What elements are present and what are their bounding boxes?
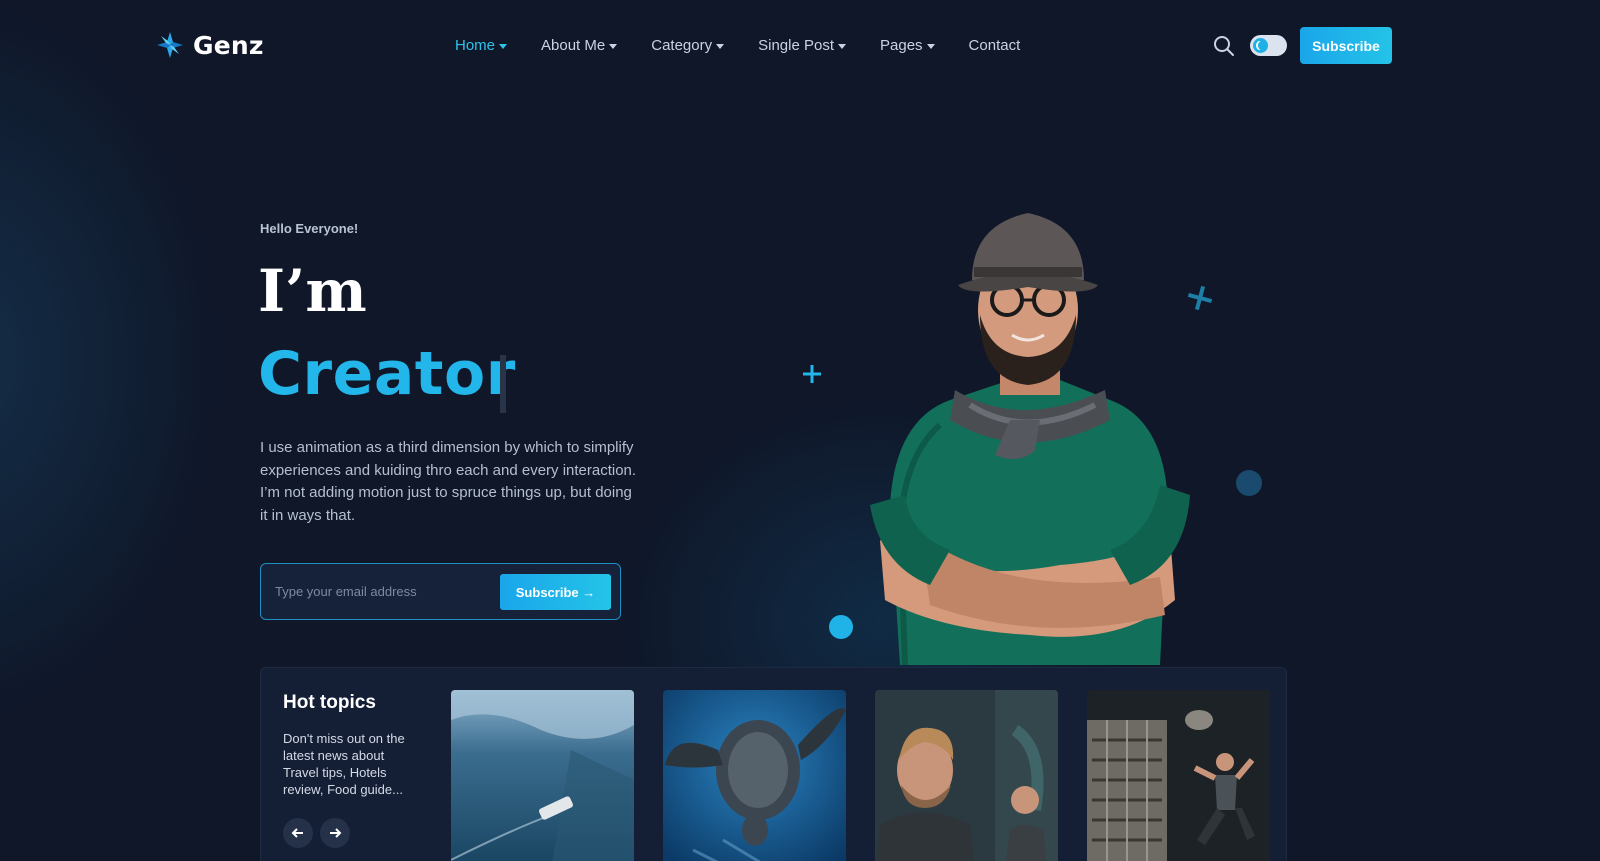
arrow-left-icon <box>291 828 303 838</box>
chevron-down-icon <box>499 43 508 49</box>
topic-card[interactable] <box>875 690 1058 861</box>
nav-item-label: Contact <box>968 36 1021 54</box>
header-subscribe-button[interactable]: Subscribe <box>1300 27 1392 64</box>
genz-logo-icon <box>157 32 183 58</box>
nav-item-label: Single Post <box>758 36 834 54</box>
topic-card[interactable] <box>451 690 634 861</box>
theme-toggle[interactable] <box>1250 35 1287 56</box>
logo[interactable]: Genz <box>155 28 264 62</box>
nav-item-label: Category <box>651 36 713 54</box>
hero-description: I use animation as a third dimension by … <box>260 439 637 524</box>
email-input[interactable] <box>275 576 485 607</box>
brand-name: Genz <box>193 30 264 60</box>
topic-card[interactable] <box>663 690 846 861</box>
moon-icon <box>1253 38 1268 53</box>
nav-item-pages[interactable]: Pages <box>880 37 935 54</box>
topic-card[interactable] <box>1087 690 1270 861</box>
search-button[interactable] <box>1212 34 1236 58</box>
hero-title-line1: I’m <box>258 257 367 325</box>
nav-item-about-me[interactable]: About Me <box>541 36 618 54</box>
dot-decoration <box>1236 470 1262 496</box>
typing-cursor <box>500 355 506 413</box>
plus-icon <box>803 365 821 383</box>
next-button[interactable] <box>320 818 350 848</box>
nav-item-home[interactable]: Home <box>455 36 508 54</box>
hot-topics-title: Hot topics <box>283 692 376 713</box>
nav-item-label: Pages <box>880 36 923 54</box>
hero-title-line2: Creator <box>258 339 516 409</box>
aerial-boat-photo <box>451 690 634 861</box>
gym-workout-photo <box>1087 690 1270 861</box>
hot-topics-description: Don't miss out on the latest news about … <box>283 731 405 797</box>
hot-topics-panel: Hot topics Don't miss out on the latest … <box>260 667 1287 861</box>
prev-button[interactable] <box>283 818 313 848</box>
arrow-right-icon <box>330 828 342 838</box>
search-icon <box>1214 36 1234 56</box>
hero-subscribe-button[interactable]: Subscribe → <box>500 574 611 610</box>
nav-item-single-post[interactable]: Single Post <box>758 37 846 54</box>
chevron-down-icon <box>926 43 935 49</box>
site-header: Genz Home About Me Category Single Post … <box>0 0 1600 90</box>
chevron-down-icon <box>716 43 725 49</box>
main-nav: Home About Me Category Single Post Pages… <box>455 34 1054 56</box>
hero-greeting: Hello Everyone! <box>260 221 359 236</box>
newsletter-form: Subscribe → <box>260 563 621 620</box>
nav-item-contact[interactable]: Contact <box>969 37 1021 54</box>
hero-person-image <box>870 213 1190 666</box>
chevron-down-icon <box>609 43 618 49</box>
sea-turtle-photo <box>663 690 846 861</box>
gym-man-photo <box>875 690 1058 861</box>
nav-item-label: Home <box>455 36 496 54</box>
nav-item-category[interactable]: Category <box>651 36 725 54</box>
dot-decoration <box>829 615 853 639</box>
chevron-down-icon <box>838 43 846 49</box>
nav-item-label: About Me <box>541 36 606 54</box>
